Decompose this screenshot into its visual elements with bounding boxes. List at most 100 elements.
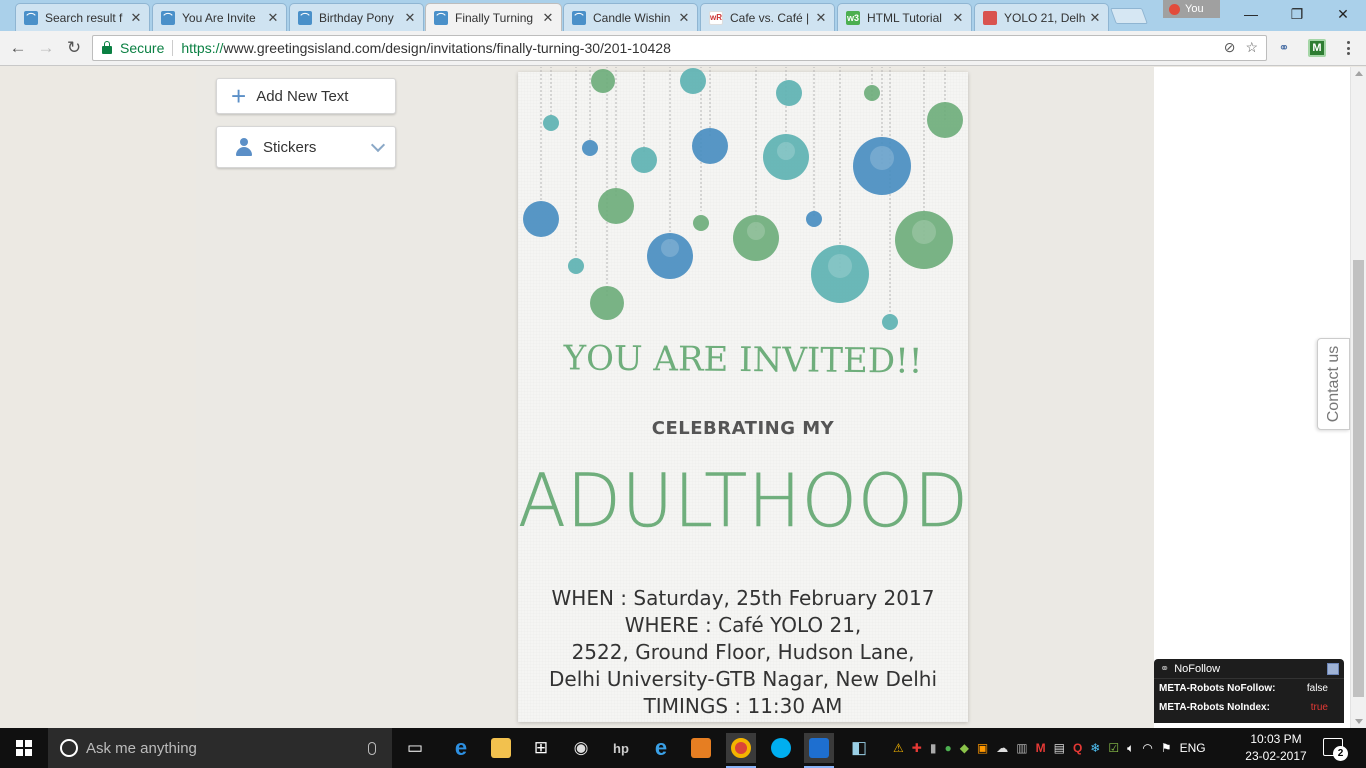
close-tab-icon[interactable]: ✕ xyxy=(1088,10,1102,26)
scroll-up-icon[interactable] xyxy=(1355,71,1363,76)
detail-line: Delhi University-GTB Nagar, New Delhi xyxy=(549,667,937,691)
hp-icon[interactable]: hp xyxy=(606,733,636,763)
new-tab-button[interactable] xyxy=(1110,8,1148,24)
internet-explorer-icon[interactable]: e xyxy=(646,733,676,763)
mcafee-icon[interactable]: M xyxy=(1036,741,1046,755)
sync-icon[interactable]: ◆ xyxy=(960,741,969,755)
skype-icon[interactable] xyxy=(766,733,796,763)
cortana-search-box[interactable]: Ask me anything xyxy=(48,728,392,768)
network-adapter-icon[interactable]: ▤ xyxy=(1054,741,1065,755)
nofollow-extension-panel: ⚭ NoFollow META-Robots NoFollow: false M… xyxy=(1154,659,1344,723)
browser-toolbar: ← → ↻ Secure https:// www.greetingsislan… xyxy=(0,31,1366,66)
edge-icon[interactable]: e xyxy=(446,733,476,763)
forward-button[interactable]: → xyxy=(34,37,58,59)
language-indicator[interactable]: ENG xyxy=(1180,741,1206,755)
chrome-menu-icon[interactable] xyxy=(1340,39,1356,57)
volume-icon[interactable]: 🔈︎ xyxy=(1127,741,1134,756)
extension-seo-icon[interactable]: ⚭ xyxy=(1275,39,1293,57)
tab-birthday-pony[interactable]: ⌒ Birthday Pony ✕ xyxy=(289,3,424,31)
snowflake-icon[interactable]: ❄ xyxy=(1090,741,1100,755)
sticker-person-icon xyxy=(235,138,253,156)
tab-cafe-vs-cafe[interactable]: wR Cafe vs. Café | ✕ xyxy=(700,3,835,31)
extension-m-icon[interactable]: M xyxy=(1308,39,1326,57)
notepad-icon[interactable]: ◧ xyxy=(844,733,874,763)
close-tab-icon[interactable]: ✕ xyxy=(541,10,555,26)
system-tray: ⚠ ✚ ▮ ● ◆ ▣ ☁ ▥ M ▤ Q ❄ ☑ 🔈︎ ◠ ⚑ ENG xyxy=(893,728,1206,768)
close-tab-icon[interactable]: ✕ xyxy=(814,10,828,26)
microphone-icon[interactable] xyxy=(368,741,376,755)
url-scheme: https:// xyxy=(181,40,224,56)
close-tab-icon[interactable]: ✕ xyxy=(266,10,280,26)
close-tab-icon[interactable]: ✕ xyxy=(129,10,143,26)
vertical-scrollbar[interactable] xyxy=(1350,67,1366,728)
blocked-content-icon[interactable]: ⊘ xyxy=(1224,39,1236,56)
scrollbar-thumb[interactable] xyxy=(1353,260,1364,697)
greetingsisland-favicon-icon: ⌒ xyxy=(161,10,175,25)
store-icon[interactable]: ⊞ xyxy=(526,733,556,763)
tab-you-are-invited[interactable]: ⌒ You Are Invite ✕ xyxy=(152,3,287,31)
updater-icon[interactable]: ▣ xyxy=(977,741,988,755)
action-center-icon[interactable]: 2 xyxy=(1323,738,1348,761)
close-window-button[interactable]: ✕ xyxy=(1320,0,1366,28)
tab-finally-turning[interactable]: ⌒ Finally Turning ✕ xyxy=(425,3,562,31)
checkmark-icon[interactable]: ☑ xyxy=(1108,741,1119,755)
profile-icon xyxy=(1169,3,1180,15)
close-tab-icon[interactable]: ✕ xyxy=(677,10,691,26)
link-icon: ⚭ xyxy=(1160,663,1170,675)
notification-count-badge: 2 xyxy=(1333,746,1348,761)
tab-candle-wishing[interactable]: ⌒ Candle Wishin ✕ xyxy=(563,3,698,31)
cortana-icon xyxy=(60,739,78,757)
antivirus-icon[interactable]: ✚ xyxy=(912,741,922,755)
address-bar[interactable]: Secure https:// www.greetingsisland.com/… xyxy=(92,35,1267,61)
zomato-favicon-icon xyxy=(983,10,997,25)
greetingsisland-favicon-icon: ⌒ xyxy=(24,10,38,25)
wifi-icon[interactable]: ◠ xyxy=(1142,741,1152,755)
bookmark-star-icon[interactable]: ☆ xyxy=(1245,39,1258,56)
invitation-details[interactable]: WHEN : Saturday, 25th February 2017 WHER… xyxy=(518,585,968,720)
cloud-icon[interactable]: ☁ xyxy=(996,741,1008,755)
lock-icon xyxy=(102,41,112,54)
webcam-icon[interactable]: ◉ xyxy=(566,733,596,763)
reload-button[interactable]: ↻ xyxy=(62,37,86,59)
minimize-button[interactable]: — xyxy=(1228,0,1274,28)
stickers-dropdown[interactable]: Stickers xyxy=(216,126,396,168)
invitation-headline[interactable]: YOU ARE INVITED!! xyxy=(518,338,968,382)
file-explorer-icon[interactable] xyxy=(486,733,516,763)
plus-icon: + xyxy=(231,81,247,111)
quick-heal-icon[interactable]: Q xyxy=(1073,741,1082,755)
media-player-icon[interactable] xyxy=(686,733,716,763)
system-clock[interactable]: 10:03 PM 23-02-2017 xyxy=(1240,731,1312,765)
greetingsisland-favicon-icon: ⌒ xyxy=(434,10,448,25)
windows-taskbar: Ask me anything ▭ e ⊞ ◉ hp e ◧ ⚠ ✚ ▮ ● ◆… xyxy=(0,728,1366,768)
action-flag-icon[interactable]: ⚑ xyxy=(1161,741,1172,755)
profile-button[interactable]: You xyxy=(1163,0,1220,18)
add-new-text-button[interactable]: + Add New Text xyxy=(216,78,396,114)
detail-line: WHERE : Café YOLO 21, xyxy=(624,613,862,637)
shield-icon[interactable] xyxy=(804,733,834,768)
greetingsisland-favicon-icon: ⌒ xyxy=(572,10,586,25)
warning-icon[interactable]: ⚠ xyxy=(893,741,904,755)
restore-button[interactable]: ❐ xyxy=(1274,0,1320,28)
invitation-feature-word[interactable]: ADULTHOOD xyxy=(518,458,968,545)
minimize-panel-icon[interactable] xyxy=(1327,663,1339,675)
invitation-card[interactable]: YOU ARE INVITED!! CELEBRATING MY ADULTHO… xyxy=(518,67,968,722)
start-button[interactable] xyxy=(0,728,48,768)
scroll-down-icon[interactable] xyxy=(1355,719,1363,724)
task-view-icon[interactable]: ▭ xyxy=(400,733,430,763)
wordreference-favicon-icon: wR xyxy=(709,10,723,25)
tab-search-result[interactable]: ⌒ Search result f ✕ xyxy=(15,3,150,31)
greetingsisland-favicon-icon: ⌒ xyxy=(298,10,312,25)
contact-us-tab[interactable]: Contact us xyxy=(1317,338,1350,430)
tab-html-tutorial[interactable]: w3 HTML Tutorial ✕ xyxy=(837,3,972,31)
tab-strip: ⌒ Search result f ✕ ⌒ You Are Invite ✕ ⌒… xyxy=(0,0,1366,31)
close-tab-icon[interactable]: ✕ xyxy=(951,10,965,26)
battery-saver-icon[interactable]: ▥ xyxy=(1016,741,1027,755)
chrome-taskbar-icon[interactable] xyxy=(726,733,756,768)
back-button[interactable]: ← xyxy=(6,37,30,59)
close-tab-icon[interactable]: ✕ xyxy=(403,10,417,26)
torrent-icon[interactable]: ● xyxy=(944,741,951,755)
usb-icon[interactable]: ▮ xyxy=(930,741,937,755)
nofollow-title: NoFollow xyxy=(1174,662,1221,675)
tab-yolo-21[interactable]: YOLO 21, Delh ✕ xyxy=(974,3,1109,31)
invitation-subheading[interactable]: CELEBRATING MY xyxy=(518,418,968,439)
